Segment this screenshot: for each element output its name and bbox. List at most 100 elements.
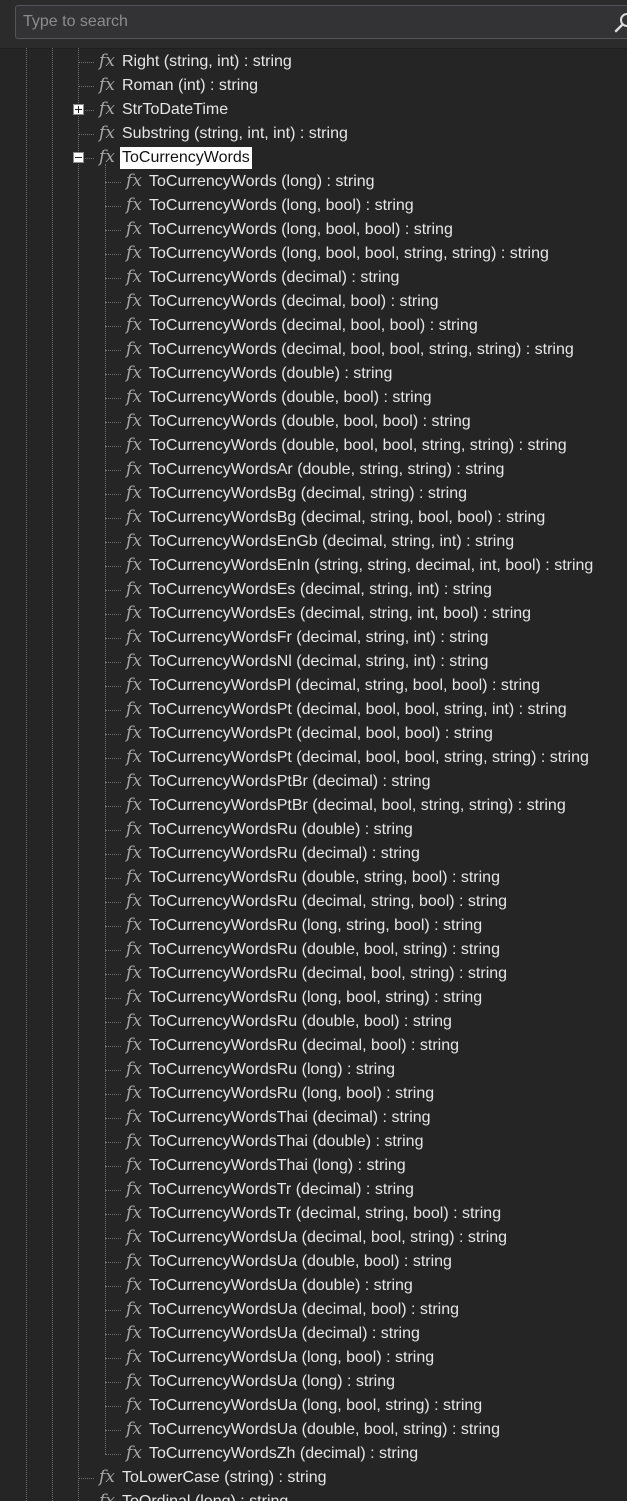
search-box[interactable] [15,5,627,39]
function-icon: fx [126,1251,142,1271]
function-browser-panel: fx Right (string, int) : string fx Roman (i… [0,0,627,1501]
tree-item-label: ToCurrencyWordsTr (decimal) : string [149,1181,414,1198]
tree-child-item[interactable]: fx ToCurrencyWordsThai (decimal) : string [0,1106,627,1130]
tree-child-item[interactable]: fx ToCurrencyWordsRu (double) : string [0,818,627,842]
tree-child-item[interactable]: fx ToCurrencyWordsPl (decimal, string, bo… [0,674,627,698]
tree-item-label: ToCurrencyWordsTr (decimal, string, bool… [149,1205,502,1222]
tree-child-item[interactable]: fx ToCurrencyWords (long, bool, bool) : s… [0,218,627,242]
tree-child-item[interactable]: fx ToCurrencyWordsPt (decimal, bool, bool… [0,746,627,770]
tree-child-item[interactable]: fx ToCurrencyWordsBg (decimal, string, bo… [0,506,627,530]
tree-child-item[interactable]: fx ToCurrencyWords (double, bool, bool, s… [0,434,627,458]
function-icon: fx [126,1347,142,1367]
tree-child-item[interactable]: fx ToCurrencyWordsAr (double, string, str… [0,458,627,482]
tree-connector [105,1022,121,1023]
tree-connector [105,278,121,279]
tree-child-item[interactable]: fx ToCurrencyWordsUa (long, bool, string)… [0,1394,627,1418]
tree-child-item[interactable]: fx ToCurrencyWordsBg (decimal, string) : … [0,482,627,506]
tree-child-item[interactable]: fx ToCurrencyWordsUa (decimal, bool) : st… [0,1298,627,1322]
tree-child-item[interactable]: fx ToCurrencyWordsTr (decimal, string, bo… [0,1202,627,1226]
function-icon: fx [126,483,142,503]
tree-child-item[interactable]: fx ToCurrencyWordsUa (double, bool, strin… [0,1418,627,1442]
tree-item[interactable]: fx ToOrdinal (long) : string [0,1490,627,1501]
function-icon: fx [126,195,142,215]
tree-child-item[interactable]: fx ToCurrencyWordsEs (decimal, string, in… [0,602,627,626]
tree-connector [105,494,121,495]
tree-child-item[interactable]: fx ToCurrencyWordsZh (decimal) : string [0,1442,627,1466]
tree-item[interactable]: fx StrToDateTime [0,98,627,122]
tree-child-item[interactable]: fx ToCurrencyWords (double, bool, bool) :… [0,410,627,434]
tree-child-item[interactable]: fx ToCurrencyWords (decimal) : string [0,266,627,290]
search-input[interactable] [23,6,603,38]
tree-child-item[interactable]: fx ToCurrencyWordsUa (decimal) : string [0,1322,627,1346]
tree-connector [105,590,121,591]
tree-item[interactable]: fx Substring (string, int, int) : string [0,122,627,146]
tree-child-item[interactable]: fx ToCurrencyWordsThai (double) : string [0,1130,627,1154]
function-icon: fx [126,579,142,599]
tree-child-item[interactable]: fx ToCurrencyWordsUa (double) : string [0,1274,627,1298]
function-tree[interactable]: fx Right (string, int) : string fx Roman (i… [0,48,627,1501]
tree-child-item[interactable]: fx ToCurrencyWords (decimal, bool) : stri… [0,290,627,314]
tree-child-item[interactable]: fx ToCurrencyWordsPtBr (decimal, bool, st… [0,794,627,818]
function-icon: fx [126,435,142,455]
tree-child-item[interactable]: fx ToCurrencyWordsThai (long) : string [0,1154,627,1178]
tree-item[interactable]: fx Right (string, int) : string [0,50,627,74]
tree-connector [105,1046,121,1047]
tree-child-item[interactable]: fx ToCurrencyWordsNl (decimal, string, in… [0,650,627,674]
tree-item[interactable]: fx Roman (int) : string [0,74,627,98]
tree-child-item[interactable]: fx ToCurrencyWords (double, bool) : strin… [0,386,627,410]
tree-child-item[interactable]: fx ToCurrencyWordsRu (long) : string [0,1058,627,1082]
tree-connector [105,1214,121,1215]
tree-connector [105,446,121,447]
tree-item[interactable]: fx ToLowerCase (string) : string [0,1466,627,1490]
tree-child-item[interactable]: fx ToCurrencyWordsTr (decimal) : string [0,1178,627,1202]
tree-connector [105,326,121,327]
tree-child-item[interactable]: fx ToCurrencyWordsUa (double, bool) : str… [0,1250,627,1274]
tree-child-item[interactable]: fx ToCurrencyWords (long) : string [0,170,627,194]
tree-child-item[interactable]: fx ToCurrencyWordsPt (decimal, bool, bool… [0,722,627,746]
tree-connector [105,734,121,735]
tree-child-item[interactable]: fx ToCurrencyWordsRu (double, string, boo… [0,866,627,890]
tree-child-item[interactable]: fx ToCurrencyWordsRu (decimal) : string [0,842,627,866]
tree-child-item[interactable]: fx ToCurrencyWordsEnGb (decimal, string, … [0,530,627,554]
function-icon: fx [126,411,142,431]
search-icon[interactable] [614,12,627,34]
tree-child-item[interactable]: fx ToCurrencyWordsEs (decimal, string, in… [0,578,627,602]
tree-child-item[interactable]: fx ToCurrencyWordsRu (double, bool, strin… [0,938,627,962]
tree-item-label: ToCurrencyWordsThai (double) : string [149,1133,424,1150]
tree-connector [78,134,94,135]
tree-child-item[interactable]: fx ToCurrencyWords (double) : string [0,362,627,386]
function-icon: fx [126,291,142,311]
tree-child-item[interactable]: fx ToCurrencyWordsRu (decimal, bool) : st… [0,1034,627,1058]
tree-child-item[interactable]: fx ToCurrencyWordsRu (long, bool, string)… [0,986,627,1010]
tree-child-item[interactable]: fx ToCurrencyWordsPt (decimal, bool, bool… [0,698,627,722]
tree-child-item[interactable]: fx ToCurrencyWordsRu (long, string, bool)… [0,914,627,938]
tree-item[interactable]: fx ToCurrencyWords [0,146,627,170]
tree-child-item[interactable]: fx ToCurrencyWordsUa (decimal, bool, stri… [0,1226,627,1250]
tree-child-item[interactable]: fx ToCurrencyWordsRu (decimal, string, bo… [0,890,627,914]
tree-child-item[interactable]: fx ToCurrencyWordsRu (double, bool) : str… [0,1010,627,1034]
tree-child-item[interactable]: fx ToCurrencyWordsRu (long, bool) : strin… [0,1082,627,1106]
tree-child-item[interactable]: fx ToCurrencyWordsEnIn (string, string, d… [0,554,627,578]
tree-connector [105,1094,121,1095]
tree-connector [105,206,121,207]
tree-item-label: ToCurrencyWords (long) : string [149,173,375,190]
tree-child-item[interactable]: fx ToCurrencyWords (decimal, bool, bool, … [0,338,627,362]
tree-child-item[interactable]: fx ToCurrencyWords (long, bool, bool, str… [0,242,627,266]
tree-child-item[interactable]: fx ToCurrencyWordsUa (long, bool) : strin… [0,1346,627,1370]
tree-connector [105,758,121,759]
tree-child-item[interactable]: fx ToCurrencyWords (decimal, bool, bool) … [0,314,627,338]
tree-child-item[interactable]: fx ToCurrencyWordsUa (long) : string [0,1370,627,1394]
collapse-icon[interactable] [73,152,84,163]
tree-child-item[interactable]: fx ToCurrencyWordsPtBr (decimal) : string [0,770,627,794]
tree-connector [105,1070,121,1071]
tree-item-label: ToCurrencyWordsZh (decimal) : string [149,1445,419,1462]
tree-connector [105,614,121,615]
tree-connector [105,374,121,375]
tree-child-item[interactable]: fx ToCurrencyWords (long, bool) : string [0,194,627,218]
tree-child-item[interactable]: fx ToCurrencyWordsFr (decimal, string, in… [0,626,627,650]
tree-connector [105,566,121,567]
expand-icon[interactable] [73,104,84,115]
tree-item-label: ToCurrencyWordsRu (decimal, bool) : stri… [149,1037,460,1054]
tree-item-label: Right (string, int) : string [122,53,292,70]
tree-child-item[interactable]: fx ToCurrencyWordsRu (decimal, bool, stri… [0,962,627,986]
